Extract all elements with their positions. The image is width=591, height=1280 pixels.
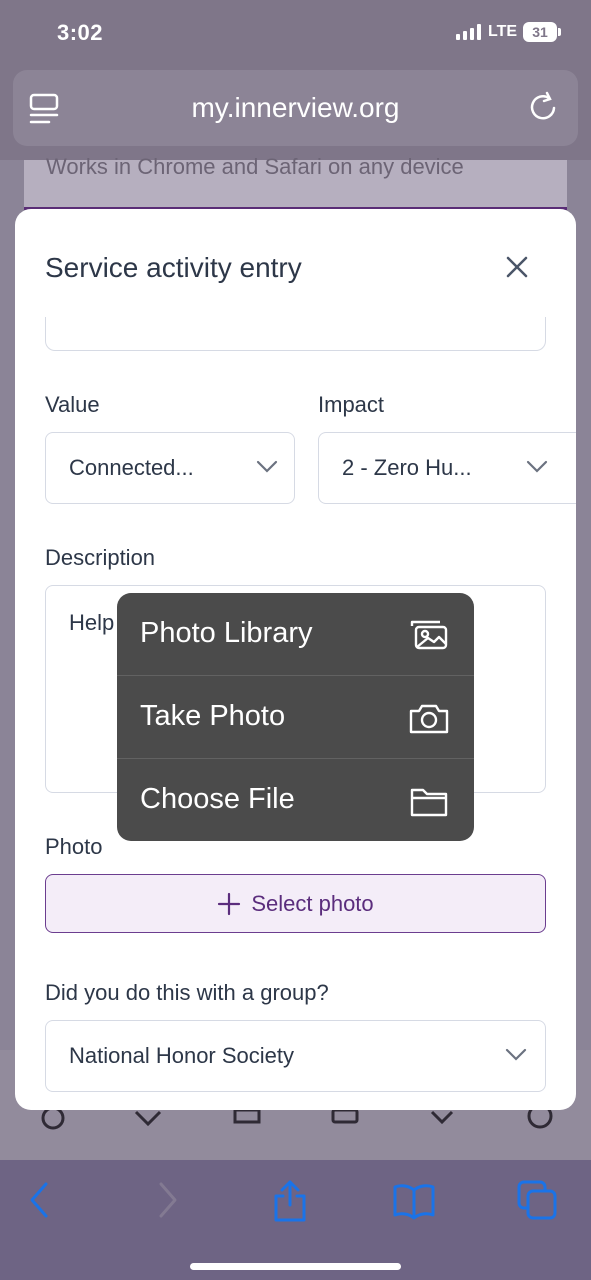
forward-icon[interactable] <box>145 1178 189 1222</box>
value-selected: Connected... <box>69 455 194 480</box>
close-icon[interactable] <box>503 253 531 281</box>
background-nav-icon <box>527 1110 553 1129</box>
chevron-down-icon <box>256 460 278 473</box>
menu-item-photo-library[interactable]: Photo Library <box>117 593 474 676</box>
plus-icon <box>218 892 241 915</box>
menu-item-take-photo[interactable]: Take Photo <box>117 675 474 758</box>
value-select[interactable]: Connected... <box>45 432 295 504</box>
photo-source-menu: Photo Library Take Photo Choose File <box>117 593 474 841</box>
value-label: Value <box>45 392 100 417</box>
menu-item-label: Photo Library <box>140 617 313 649</box>
menu-item-choose-file[interactable]: Choose File <box>117 758 474 841</box>
address-bar[interactable]: my.innerview.org <box>13 70 578 146</box>
select-photo-button[interactable]: Select photo <box>45 874 546 933</box>
folder-icon <box>410 788 448 817</box>
network-type: LTE <box>488 23 518 40</box>
group-label: Did you do this with a group? <box>45 980 329 1005</box>
modal-title: Service activity entry <box>45 252 302 283</box>
reload-icon[interactable] <box>528 90 560 124</box>
url-text[interactable]: my.innerview.org <box>13 92 578 124</box>
menu-item-label: Choose File <box>140 783 295 815</box>
bookmarks-icon[interactable] <box>392 1178 436 1222</box>
background-card: Works in Chrome and Safari on any device <box>24 154 567 210</box>
photo-label: Photo <box>45 834 103 859</box>
impact-label: Impact <box>318 392 385 417</box>
battery-icon: 31 <box>523 22 561 42</box>
camera-icon <box>409 704 449 734</box>
status-time: 3:02 <box>57 20 104 45</box>
browser-toolbar <box>0 1160 591 1280</box>
chevron-down-icon <box>526 460 548 473</box>
background-nav-icon <box>41 1110 65 1130</box>
browser-address-area: my.innerview.org <box>0 64 591 160</box>
background-nav-icon <box>233 1110 261 1124</box>
scrolled-input-field[interactable] <box>45 317 546 351</box>
background-nav-icon <box>430 1110 454 1125</box>
status-bar: 3:02 LTE 31 <box>0 0 591 64</box>
tabs-icon[interactable] <box>515 1178 559 1222</box>
impact-selected: 2 - Zero Hu... <box>342 455 472 480</box>
description-text: Help <box>69 610 115 635</box>
impact-select[interactable]: 2 - Zero Hu... <box>318 432 576 504</box>
group-select[interactable]: National Honor Society <box>45 1020 546 1092</box>
description-label: Description <box>45 545 156 570</box>
signal-icon <box>456 24 481 40</box>
home-indicator <box>190 1263 401 1270</box>
chevron-down-icon <box>505 1048 527 1061</box>
menu-item-label: Take Photo <box>140 700 286 732</box>
background-tagline: Works in Chrome and Safari on any device <box>46 154 464 179</box>
background-nav-icon <box>331 1110 359 1124</box>
photo-library-icon <box>410 620 448 650</box>
background-nav-icon <box>134 1110 162 1127</box>
back-icon[interactable] <box>18 1178 62 1222</box>
share-icon[interactable] <box>268 1178 312 1222</box>
group-selected: National Honor Society <box>69 1043 295 1068</box>
select-photo-label: Select photo <box>251 890 374 916</box>
